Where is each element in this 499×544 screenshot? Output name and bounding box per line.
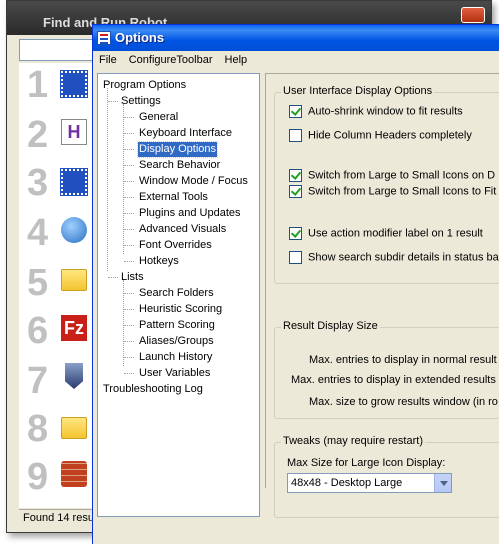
subdir-details-checkbox[interactable]: Show search subdir details in status ba: [289, 251, 499, 265]
result-number: 8: [27, 408, 49, 450]
tree-aliases-groups[interactable]: Aliases/Groups: [138, 334, 215, 349]
menu-configure-toolbar[interactable]: ConfigureToolbar: [123, 51, 219, 66]
group-label: User Interface Display Options: [281, 85, 435, 97]
tree-advanced-visuals[interactable]: Advanced Visuals: [138, 222, 227, 237]
tree-window-mode-focus[interactable]: Window Mode / Focus: [138, 174, 249, 189]
tree-general[interactable]: General: [138, 110, 179, 125]
icon-size-label: Max Size for Large Icon Display:: [287, 457, 446, 469]
menu-bar: File ConfigureToolbar Help: [93, 51, 499, 71]
menu-help[interactable]: Help: [219, 51, 254, 66]
tree-program-options[interactable]: Program Options: [102, 78, 187, 93]
small-icons-d-checkbox[interactable]: Switch from Large to Small Icons on D: [289, 169, 495, 183]
tree-launch-history[interactable]: Launch History: [138, 350, 213, 365]
pen-tool-icon[interactable]: [65, 363, 83, 389]
filezilla-icon[interactable]: Fz: [61, 315, 87, 341]
tweaks-group: Tweaks (may require restart) Max Size fo…: [274, 435, 499, 518]
close-button[interactable]: [461, 7, 485, 23]
status-bar: Found 14 results: [19, 509, 95, 527]
checkbox-box[interactable]: [289, 227, 302, 240]
search-input[interactable]: [19, 39, 93, 61]
result-number: 9: [27, 456, 49, 498]
checkbox-box[interactable]: [289, 105, 302, 118]
tree-external-tools[interactable]: External Tools: [138, 190, 209, 205]
checkbox-box[interactable]: [289, 169, 302, 182]
film-icon[interactable]: [60, 168, 88, 196]
ui-display-options-group: User Interface Display Options Auto-shri…: [274, 85, 499, 284]
tree-user-variables[interactable]: User Variables: [138, 366, 211, 381]
options-app-icon: [97, 31, 111, 45]
tree-hotkeys[interactable]: Hotkeys: [138, 254, 180, 269]
menu-file[interactable]: File: [93, 51, 123, 66]
settings-panel: User Interface Display Options Auto-shri…: [265, 73, 499, 518]
checkbox-box[interactable]: [289, 185, 302, 198]
tree-search-behavior[interactable]: Search Behavior: [138, 158, 221, 173]
result-number: 4: [27, 212, 49, 254]
result-number: 3: [27, 162, 49, 204]
group-label: Tweaks (may require restart): [281, 435, 425, 447]
extended-results-label: Max. entries to display in extended resu…: [291, 374, 496, 386]
download-globe-icon[interactable]: [61, 217, 87, 243]
tree-search-folders[interactable]: Search Folders: [138, 286, 215, 301]
film-icon[interactable]: [60, 70, 88, 98]
icon-size-select[interactable]: 48x48 - Desktop Large: [287, 473, 452, 493]
group-label: Result Display Size: [281, 320, 380, 332]
tree-pattern-scoring[interactable]: Pattern Scoring: [138, 318, 216, 333]
window-title: Options: [115, 30, 165, 45]
normal-results-label: Max. entries to display in normal result: [309, 354, 497, 366]
result-display-size-group: Result Display Size Max. entries to disp…: [274, 320, 499, 419]
hide-column-headers-checkbox[interactable]: Hide Column Headers completely: [289, 129, 472, 143]
options-title-bar[interactable]: Options: [93, 25, 499, 51]
action-modifier-checkbox[interactable]: Use action modifier label on 1 result: [289, 227, 483, 241]
folder-icon[interactable]: [61, 269, 87, 291]
result-number: 7: [27, 360, 49, 402]
selected-value: 48x48 - Desktop Large: [291, 477, 403, 489]
options-window: Options File ConfigureToolbar Help Program…: [92, 24, 499, 544]
result-number: 5: [27, 262, 49, 304]
result-number: 2: [27, 114, 49, 156]
chevron-down-icon[interactable]: [434, 474, 451, 492]
folder-icon[interactable]: [61, 417, 87, 439]
checkbox-box[interactable]: [289, 129, 302, 142]
result-number: 1: [27, 64, 49, 106]
tree-plugins-updates[interactable]: Plugins and Updates: [138, 206, 242, 221]
firewall-icon[interactable]: [61, 461, 87, 487]
checkbox-box[interactable]: [289, 251, 302, 264]
help-file-icon[interactable]: H: [61, 119, 87, 145]
result-number: 6: [27, 310, 49, 352]
tree-troubleshooting-log[interactable]: Troubleshooting Log: [102, 382, 204, 397]
tree-settings[interactable]: Settings: [120, 94, 162, 109]
tree-font-overrides[interactable]: Font Overrides: [138, 238, 213, 253]
tree-heuristic-scoring[interactable]: Heuristic Scoring: [138, 302, 223, 317]
grow-results-label: Max. size to grow results window (in ro: [309, 396, 498, 408]
options-tree: Program Options Settings General Keyboar…: [97, 73, 260, 517]
tree-display-options[interactable]: Display Options: [136, 141, 219, 158]
auto-shrink-checkbox[interactable]: Auto-shrink window to fit results: [289, 105, 463, 119]
tree-keyboard-interface[interactable]: Keyboard Interface: [138, 126, 233, 141]
small-icons-fit-checkbox[interactable]: Switch from Large to Small Icons to Fit: [289, 185, 496, 199]
tree-lists[interactable]: Lists: [120, 270, 145, 285]
results-list: 1 2 H 3 4 5 6 Fz 7 8 9: [19, 63, 95, 508]
